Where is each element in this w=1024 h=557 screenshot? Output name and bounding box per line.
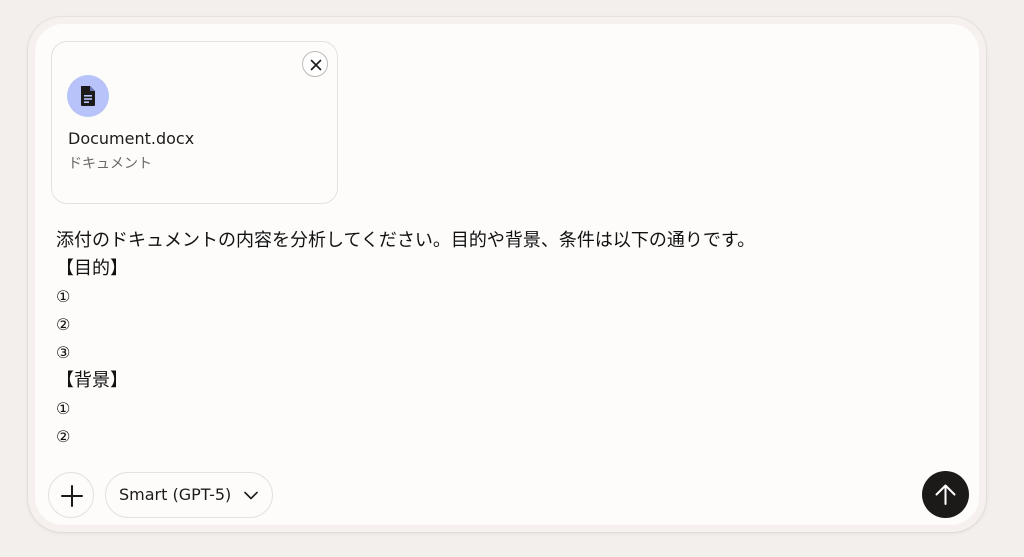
model-selector-label: Smart (GPT-5) — [119, 485, 232, 504]
message-line: ② — [56, 427, 71, 446]
attachment-file-type: ドキュメント — [68, 156, 152, 172]
message-line: ② — [56, 315, 71, 334]
send-button[interactable] — [922, 471, 969, 518]
remove-attachment-button[interactable] — [302, 51, 328, 77]
document-icon-badge — [67, 75, 109, 117]
message-line: 添付のドキュメントの内容を分析してください。目的や背景、条件は以下の通りです。 — [56, 230, 756, 251]
plus-icon — [61, 485, 83, 507]
message-line: ① — [56, 399, 71, 418]
arrow-up-icon — [935, 484, 956, 505]
message-line: ③ — [56, 343, 71, 362]
attachment-file-name: Document.docx — [68, 129, 195, 148]
message-line: 【目的】 — [56, 258, 128, 279]
chevron-down-icon — [244, 491, 258, 500]
message-line: 【背景】 — [56, 370, 128, 391]
attachment-card[interactable]: Document.docx ドキュメント — [51, 41, 338, 204]
message-input[interactable]: 添付のドキュメントの内容を分析してください。目的や背景、条件は以下の通りです。 … — [56, 227, 956, 451]
message-line: ① — [56, 287, 71, 306]
model-selector[interactable]: Smart (GPT-5) — [105, 472, 273, 518]
close-icon — [310, 59, 322, 71]
add-button[interactable] — [48, 472, 94, 518]
document-icon — [81, 86, 95, 106]
